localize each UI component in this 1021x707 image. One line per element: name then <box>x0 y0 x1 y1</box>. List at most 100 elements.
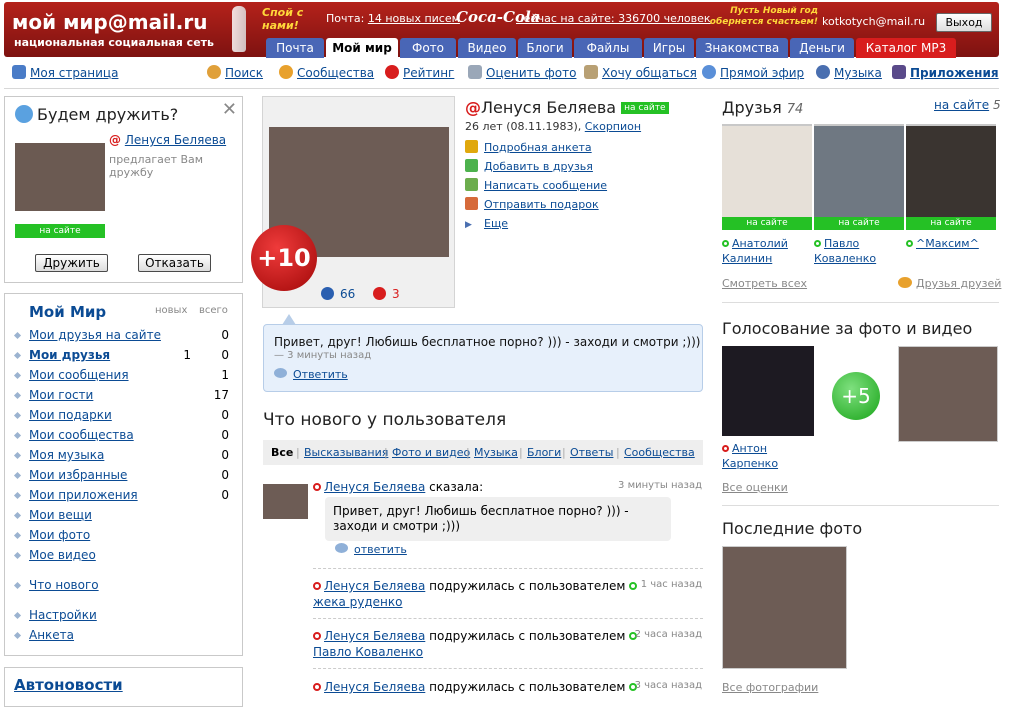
zodiac-link[interactable]: Скорпион <box>585 120 641 133</box>
my-world-item-label[interactable]: Мои вещи <box>29 508 92 522</box>
feed-avatar[interactable] <box>263 484 308 519</box>
filter-statements[interactable]: Высказывания <box>304 446 388 459</box>
my-world-extra-item[interactable]: Анкета <box>13 628 237 644</box>
my-world-item[interactable]: Мои сообщения 1 <box>13 368 237 384</box>
vote-photo-right[interactable] <box>898 346 998 442</box>
vote-person-name[interactable]: Антон Карпенко <box>722 441 810 471</box>
friend-photo[interactable] <box>814 124 904 217</box>
friends-of-friends-link[interactable]: Друзья друзей <box>898 277 1001 290</box>
close-icon[interactable]: ✕ <box>222 99 237 120</box>
my-world-item-label[interactable]: Мои фото <box>29 528 90 542</box>
my-world-title[interactable]: Мой Мир <box>29 303 106 321</box>
tab-mp3[interactable]: Каталог MP3 <box>856 38 956 58</box>
my-world-item[interactable]: Мои вещи <box>13 508 237 524</box>
sigma-count[interactable]: 66 <box>321 287 355 301</box>
tab-games[interactable]: Игры <box>644 38 694 58</box>
my-world-item-label[interactable]: Мои сообщения <box>29 368 129 382</box>
nav-music[interactable]: Музыка <box>816 65 882 80</box>
nav-communities[interactable]: Сообщества <box>279 65 374 80</box>
promo-banner[interactable]: Спой с нами! <box>262 6 320 36</box>
last-photo[interactable] <box>722 546 847 669</box>
tab-dating[interactable]: Знакомства <box>696 38 788 58</box>
my-world-item[interactable]: Мои друзья 1 0 <box>13 348 237 364</box>
status-reply[interactable]: Ответить <box>274 368 348 381</box>
feed-user-link[interactable]: Ленуся Беляева <box>324 480 425 494</box>
my-world-item-label[interactable]: Мое видео <box>29 548 96 562</box>
nav-search[interactable]: Поиск <box>207 65 263 80</box>
friend-name[interactable]: Анатолий Калинин <box>722 236 810 266</box>
my-world-item-label[interactable]: Мои гости <box>29 388 93 402</box>
friend-photo[interactable] <box>722 124 812 217</box>
tab-photo[interactable]: Фото <box>400 38 456 58</box>
filter-photo-video[interactable]: Фото и видео <box>392 446 470 459</box>
feed-user-link[interactable]: Ленуся Беляева <box>324 579 425 593</box>
all-photos-link[interactable]: Все фотографии <box>722 681 818 694</box>
my-world-item[interactable]: Мои друзья на сайте 0 <box>13 328 237 344</box>
my-world-item-label[interactable]: Моя музыка <box>29 448 104 462</box>
all-friends-link[interactable]: Смотреть всех <box>722 277 807 290</box>
mail-link[interactable]: 14 новых писем <box>368 12 460 25</box>
my-world-item[interactable]: Мои избранные 0 <box>13 468 237 484</box>
my-world-extra-item[interactable]: Что нового <box>13 578 237 594</box>
friend-name[interactable]: Павло Коваленко <box>814 236 902 266</box>
tab-video[interactable]: Видео <box>458 38 516 58</box>
feed-friend-link[interactable]: Павло Коваленко <box>313 645 423 659</box>
suggest-name-link[interactable]: Ленуся Беляева <box>125 133 226 147</box>
suggest-name[interactable]: @ Ленуся Беляева <box>109 133 226 147</box>
tab-mail[interactable]: Почта <box>266 38 324 58</box>
filter-music[interactable]: Музыка <box>474 446 518 459</box>
feed-reply[interactable]: ответить <box>335 543 407 556</box>
my-world-item-label[interactable]: Мои друзья на сайте <box>29 328 161 342</box>
vote-plus5-button[interactable]: +5 <box>832 372 880 420</box>
all-ratings-link[interactable]: Все оценки <box>722 481 788 494</box>
my-world-item[interactable]: Мои приложения 0 <box>13 488 237 504</box>
my-world-item-label[interactable]: Мои подарки <box>29 408 112 422</box>
my-world-item-label[interactable]: Мои друзья <box>29 348 110 362</box>
my-world-item[interactable]: Мое видео <box>13 548 237 564</box>
my-world-extra-label[interactable]: Что нового <box>29 578 99 592</box>
online-count[interactable]: Сейчас на сайте: 336700 человек <box>516 12 711 25</box>
action-add-friend[interactable]: Добавить в друзья <box>465 159 593 173</box>
friend-photo[interactable] <box>906 124 996 217</box>
filter-answers[interactable]: Ответы <box>570 446 613 459</box>
nav-rate-photo[interactable]: Оценить фото <box>468 65 576 80</box>
action-more[interactable]: ▶ Еще <box>465 217 508 230</box>
tab-files[interactable]: Файлы <box>574 38 642 58</box>
feed-user-link[interactable]: Ленуся Беляева <box>324 629 425 643</box>
autonews-title[interactable]: Автоновости <box>14 676 123 694</box>
vote-photo-left[interactable] <box>722 346 814 436</box>
my-world-extra-label[interactable]: Настройки <box>29 608 97 622</box>
my-world-item[interactable]: Моя музыка 0 <box>13 448 237 464</box>
my-world-extra-label[interactable]: Анкета <box>29 628 74 642</box>
my-world-item[interactable]: Мои гости 17 <box>13 388 237 404</box>
nav-rating[interactable]: Рейтинг <box>385 65 454 80</box>
suggest-photo[interactable] <box>15 143 105 211</box>
my-world-item[interactable]: Мои фото <box>13 528 237 544</box>
filter-all[interactable]: Все <box>271 446 293 459</box>
my-world-item-label[interactable]: Мои приложения <box>29 488 138 502</box>
friends-online-link[interactable]: на сайте 5 <box>934 98 1001 112</box>
my-world-item[interactable]: Мои подарки 0 <box>13 408 237 424</box>
feed-user-link[interactable]: Ленуся Беляева <box>324 680 425 694</box>
site-logo[interactable]: мой мир@mail.ru <box>12 10 208 34</box>
nav-live[interactable]: Прямой эфир <box>702 65 804 80</box>
my-world-extra-item[interactable]: Настройки <box>13 608 237 624</box>
tab-money[interactable]: Деньги <box>790 38 854 58</box>
decline-friend-button[interactable]: Отказать <box>138 254 211 272</box>
filter-communities[interactable]: Сообщества <box>624 446 695 459</box>
action-gift[interactable]: Отправить подарок <box>465 197 599 211</box>
my-world-item-label[interactable]: Мои избранные <box>29 468 127 482</box>
nav-my-page[interactable]: Моя страница <box>12 65 118 80</box>
my-world-item[interactable]: Мои сообщества 0 <box>13 428 237 444</box>
friend-name[interactable]: ^Максим^ <box>906 236 994 251</box>
action-profile[interactable]: Подробная анкета <box>465 140 592 154</box>
filter-blogs[interactable]: Блоги <box>527 446 561 459</box>
logout-button[interactable]: Выход <box>936 13 992 32</box>
feed-friend-link[interactable]: жека руденко <box>313 595 402 609</box>
nav-want-chat[interactable]: Хочу общаться <box>584 65 697 80</box>
accept-friend-button[interactable]: Дружить <box>35 254 108 272</box>
tab-my-world[interactable]: Мой мир <box>326 38 398 58</box>
action-message[interactable]: Написать сообщение <box>465 178 607 192</box>
rating-count[interactable]: 3 <box>373 287 400 301</box>
my-world-item-label[interactable]: Мои сообщества <box>29 428 134 442</box>
